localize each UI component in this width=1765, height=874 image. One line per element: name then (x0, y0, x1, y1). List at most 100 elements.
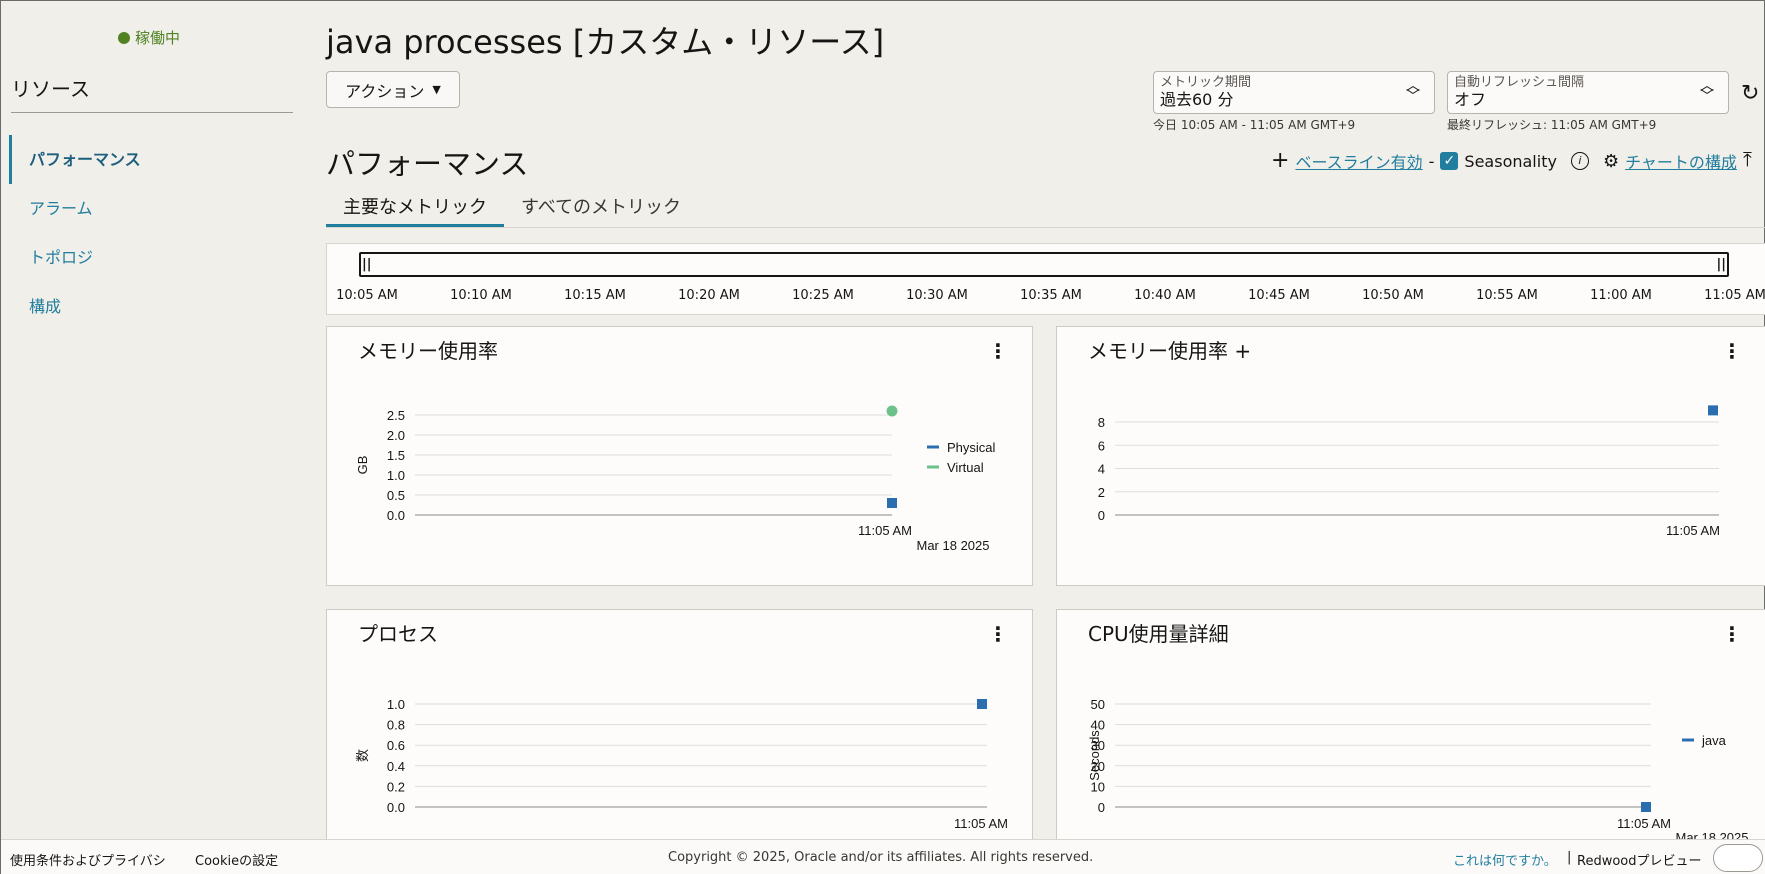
sidebar-title: リソース (11, 77, 90, 101)
legend-label: Physical (947, 440, 996, 455)
auto-refresh-value: オフ (1454, 90, 1487, 109)
y-tick-label: 0 (1098, 800, 1105, 815)
chevron-updown-icon: ︿ ﹀ (1406, 78, 1420, 105)
y-tick-label: 0.8 (387, 718, 405, 733)
metric-tabs: 主要なメトリック すべてのメトリック (326, 187, 698, 227)
data-point (1708, 405, 1718, 416)
auto-refresh-note: 最終リフレッシュ: 11:05 AM GMT+9 (1447, 118, 1657, 132)
range-handle-left[interactable]: || (362, 258, 372, 272)
sidebar-item-configuration[interactable]: 構成 (9, 282, 299, 331)
y-tick-label: 50 (1091, 697, 1105, 712)
cookie-settings-link[interactable]: Cookieの設定 (195, 850, 278, 869)
chart-toolbar: + ベースライン有効 - ✓ Seasonality i ⚙ チャートの構成 (1271, 149, 1737, 173)
y-tick-label: 0.2 (387, 779, 405, 794)
status-text: 稼働中 (135, 29, 181, 47)
x-tick-label: 11:05 AM (1666, 523, 1720, 538)
chart-memory-usage-plus: 8 6 4 2 0 11:05 AM (1098, 405, 1720, 538)
metric-period-select[interactable]: メトリック期間 過去60 分 ︿ ﹀ (1153, 71, 1435, 114)
sidebar-item-topology[interactable]: トポロジ (9, 233, 299, 282)
y-tick-label: 0.0 (387, 800, 405, 815)
timeline-tick-label: 10:05 AM (336, 288, 398, 303)
section-title: パフォーマンス (326, 147, 529, 181)
timeline-tick-label: 10:35 AM (1020, 288, 1082, 303)
timeline-tick-label: 10:25 AM (792, 288, 854, 303)
chevron-updown-icon: ︿ ﹀ (1700, 78, 1714, 105)
redwood-preview-label: Redwoodプレビュー (1577, 854, 1702, 869)
sidebar-item-performance[interactable]: パフォーマンス (9, 135, 299, 184)
what-is-this-link[interactable]: これは何ですか。 (1453, 850, 1557, 869)
timeline-tick-label: 10:50 AM (1362, 288, 1424, 303)
chart-card-process: プロセス ⋮ 1.0 0.8 0.6 0.4 0.2 0.0 数 11:05 AM (326, 609, 1033, 841)
chart-card-memory: メモリー使用率 ⋮ 2.5 2.0 1.5 1.0 0.5 0.0 GB 11:05 AM Ma… (326, 326, 1033, 586)
x-tick-label: 11:05 AM (858, 523, 912, 538)
timeline-range-selector[interactable]: || || (359, 252, 1729, 277)
timeline-tick-label: 11:00 AM (1590, 288, 1652, 303)
timeline-tick-label: 10:30 AM (906, 288, 968, 303)
y-tick-label: 2 (1098, 485, 1105, 500)
copyright-text: Copyright © 2025, Oracle and/or its affi… (668, 850, 1094, 865)
legend-label: Virtual (947, 460, 984, 475)
status-dot-icon (118, 31, 130, 44)
seasonality-label: Seasonality (1464, 151, 1557, 171)
status-indicator: 稼働中 (118, 27, 180, 48)
timeline-tick-label: 10:15 AM (564, 288, 626, 303)
metric-period-label: メトリック期間 (1160, 75, 1252, 90)
toolbar-separator: - (1428, 151, 1435, 171)
seasonality-checkbox[interactable]: ✓ (1440, 152, 1459, 170)
tab-divider (326, 227, 1765, 228)
timeline-tick-label: 10:40 AM (1134, 288, 1196, 303)
actions-button[interactable]: アクション ▼ (326, 71, 460, 108)
baseline-link[interactable]: ベースライン有効 (1295, 149, 1422, 173)
chart-cpu-usage: 50403020100Seconds11:05 AMMar 18 2025jav… (1087, 697, 1749, 842)
y-tick-label: 0.4 (387, 759, 405, 774)
data-point (977, 699, 987, 709)
sidebar: 稼働中 リソース パフォーマンス アラーム トポロジ 構成 (1, 1, 301, 839)
chart-card-memory-plus: メモリー使用率 + ⋮ 8 6 4 2 0 11:05 AM (1056, 326, 1765, 586)
terms-link[interactable]: 使用条件およびプライバシ (10, 850, 166, 869)
sidebar-nav: パフォーマンス アラーム トポロジ 構成 (9, 135, 299, 331)
caret-down-icon: ▼ (432, 83, 441, 96)
y-tick-label: 6 (1098, 438, 1105, 453)
chart-process: 1.0 0.8 0.6 0.4 0.2 0.0 数 11:05 AM (355, 697, 1008, 831)
x-date-label: Mar 18 2025 (917, 538, 990, 553)
sliders-icon: ⚙ (1602, 150, 1620, 172)
y-tick-label: 1.0 (387, 468, 405, 483)
info-icon[interactable]: i (1570, 152, 1589, 170)
y-tick-label: 0 (1098, 508, 1105, 523)
y-tick-label: 8 (1098, 415, 1105, 430)
metric-period-note: 今日 10:05 AM - 11:05 AM GMT+9 (1153, 118, 1356, 132)
timeline-tick-label: 11:05 AM (1704, 288, 1765, 303)
page-title: java processes [カスタム・リソース] (326, 23, 885, 61)
legend-label: java (1701, 733, 1727, 748)
configure-charts-link[interactable]: チャートの構成 (1625, 149, 1737, 173)
x-tick-label: 11:05 AM (1617, 816, 1671, 831)
collapse-top-icon[interactable]: ⤒ (1743, 149, 1752, 169)
auto-refresh-select[interactable]: 自動リフレッシュ間隔 オフ ︿ ﹀ (1447, 71, 1729, 114)
chart-card-cpu: CPU使用量詳細 ⋮ 50 40 30 20 10 0 Seconds 11:05 AM Mar… (1056, 609, 1765, 842)
footer: 使用条件およびプライバシ Cookieの設定 Copyright © 2025,… (1, 839, 1765, 874)
tab-key-metrics[interactable]: 主要なメトリック (326, 187, 504, 227)
redwood-preview-toggle[interactable] (1713, 844, 1763, 872)
data-point (887, 498, 897, 508)
tab-all-metrics[interactable]: すべてのメトリック (504, 187, 698, 227)
timeline-tick-label: 10:20 AM (678, 288, 740, 303)
y-tick-label: 1.5 (387, 448, 405, 463)
timeline-tick-label: 10:55 AM (1476, 288, 1538, 303)
y-tick-label: 0.0 (387, 508, 405, 523)
metric-period-value: 過去60 分 (1160, 90, 1234, 109)
y-tick-label: 2.0 (387, 428, 405, 443)
y-tick-label: 4 (1098, 462, 1105, 477)
y-tick-label: 0.5 (387, 488, 405, 503)
data-point (886, 405, 898, 417)
timeline-panel: || || 10:05 AM 10:10 AM 10:15 AM 10:20 AM 10… (326, 243, 1765, 315)
timeline-tick-label: 10:10 AM (450, 288, 512, 303)
sidebar-divider (11, 112, 293, 113)
timeline-tick-label: 10:45 AM (1248, 288, 1310, 303)
chart-memory-usage: 2.5 2.0 1.5 1.0 0.5 0.0 GB 11:05 AM Mar 18 2025 P… (355, 405, 996, 553)
range-handle-right[interactable]: || (1717, 258, 1727, 272)
y-axis-label: 数 (355, 749, 370, 762)
refresh-icon[interactable]: ↻ (1741, 81, 1759, 106)
y-tick-label: 2.5 (387, 408, 405, 423)
sidebar-item-alarms[interactable]: アラーム (9, 184, 299, 233)
footer-divider: | (1567, 850, 1572, 865)
